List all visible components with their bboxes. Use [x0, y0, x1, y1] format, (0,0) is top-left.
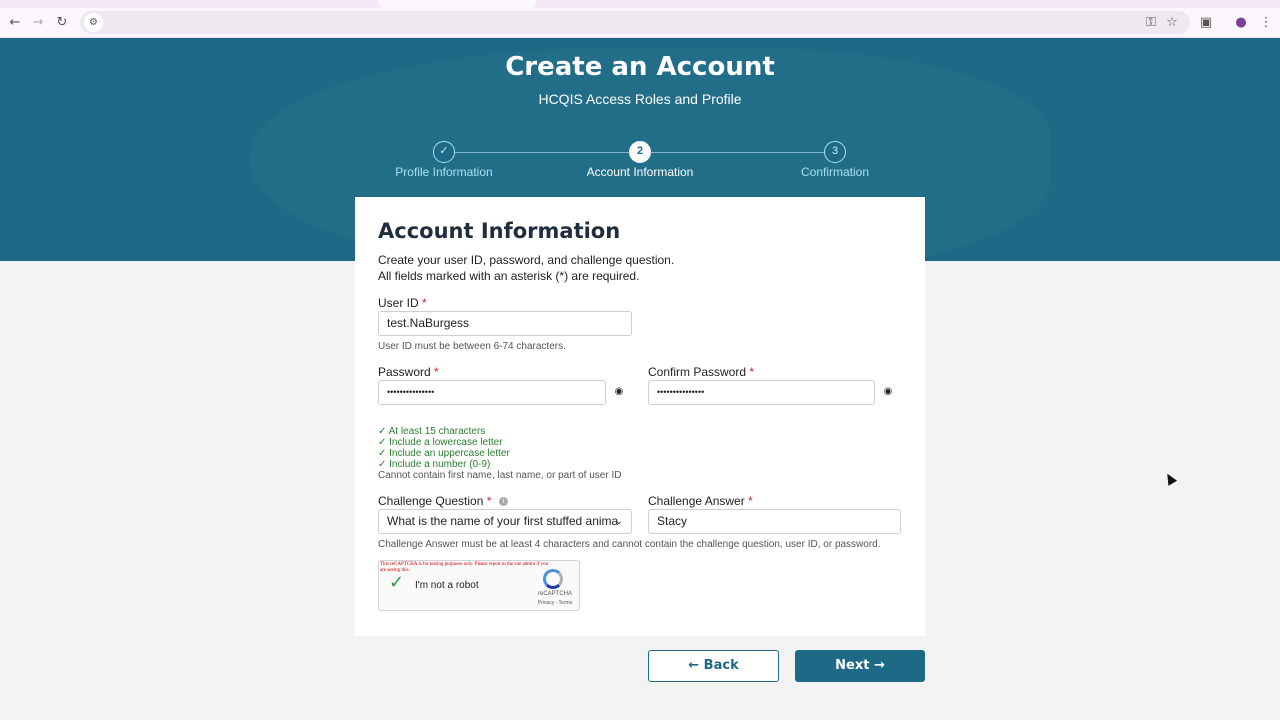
profile-icon[interactable]: ● [1231, 13, 1251, 33]
back-button[interactable]: ← Back [648, 650, 779, 682]
page-subtitle: HCQIS Access Roles and Profile [538, 91, 742, 107]
forward-arrow-icon[interactable]: → [28, 13, 48, 33]
step-3-label: Confirmation [800, 165, 870, 179]
step-2-indicator: 2 [629, 141, 651, 163]
intro-text-2: All fields marked with an asterisk (*) a… [378, 269, 640, 283]
required-asterisk: * [749, 365, 755, 379]
next-button[interactable]: Next → [795, 650, 925, 682]
challenge-question-label-text: Challenge Question [378, 494, 484, 508]
back-arrow-icon[interactable]: ← [5, 13, 25, 33]
show-password-eye-icon[interactable]: ◉ [612, 385, 626, 399]
recaptcha-label: I'm not a robot [415, 580, 479, 591]
password-rule-lowercase: ✓ Include a lowercase letter [378, 437, 503, 448]
challenge-question-select[interactable]: What is the name of your first stuffed a… [378, 509, 632, 534]
required-asterisk: * [422, 296, 427, 310]
step-1-label: Profile Information [395, 165, 493, 179]
challenge-answer-label-text: Challenge Answer [648, 494, 745, 508]
challenge-answer-input[interactable]: Stacy [648, 509, 901, 534]
section-heading: Account Information [378, 219, 621, 243]
step-3-indicator: 3 [824, 141, 846, 163]
mouse-cursor-icon [1162, 471, 1178, 486]
confirm-password-input[interactable]: ••••••••••••••• [648, 380, 875, 405]
password-note: Cannot contain first name, last name, or… [378, 470, 622, 481]
password-label-text: Password [378, 365, 431, 379]
recaptcha-widget[interactable]: This reCAPTCHA is for testing purposes o… [378, 560, 580, 611]
challenge-question-label: Challenge Question * i [378, 494, 508, 508]
challenge-answer-label: Challenge Answer * [648, 494, 753, 508]
show-confirm-password-eye-icon[interactable]: ◉ [881, 385, 895, 399]
tab-strip [0, 0, 1280, 8]
recaptcha-brand: reCAPTCHA [537, 591, 572, 597]
required-asterisk: * [748, 494, 753, 508]
step-2-label: Account Information [586, 165, 694, 179]
confirm-password-label-text: Confirm Password [648, 365, 747, 379]
challenge-question-value: What is the name of your first stuffed a… [387, 514, 619, 528]
recaptcha-logo-icon [543, 569, 563, 589]
recaptcha-privacy-terms[interactable]: Privacy - Terms [529, 600, 581, 606]
site-settings-icon[interactable]: ⚙ [84, 13, 103, 32]
challenge-help: Challenge Answer must be at least 4 char… [378, 539, 881, 550]
address-bar[interactable]: ⚙ [80, 11, 1190, 34]
step-1-complete-icon: ✓ [433, 141, 455, 163]
page-title: Create an Account [505, 52, 775, 82]
reload-icon[interactable]: ↻ [52, 13, 72, 33]
step-connector [455, 152, 629, 153]
browser-toolbar: ← → ↻ ⚙ ⚿ ☆ ▣ ● ⋮ [0, 8, 1280, 38]
menu-kebab-icon[interactable]: ⋮ [1256, 13, 1276, 33]
extensions-icon[interactable]: ▣ [1196, 13, 1216, 33]
password-key-icon[interactable]: ⚿ [1141, 13, 1161, 33]
password-rule-number: ✓ Include a number (0-9) [378, 459, 491, 470]
account-information-card: Account Information Create your user ID,… [355, 197, 925, 636]
confirm-password-label: Confirm Password * [648, 365, 754, 379]
bookmark-star-icon[interactable]: ☆ [1162, 13, 1182, 33]
chevron-down-icon: ⌄ [614, 516, 623, 527]
active-tab[interactable] [378, 0, 536, 8]
required-asterisk: * [434, 365, 439, 379]
step-connector [651, 152, 824, 153]
password-rule-uppercase: ✓ Include an uppercase letter [378, 448, 510, 459]
checkmark-icon[interactable]: ✓ [389, 572, 404, 593]
info-icon[interactable]: i [498, 497, 508, 507]
password-label: Password * [378, 365, 439, 379]
password-input[interactable]: ••••••••••••••• [378, 380, 606, 405]
user-id-label-text: User ID [378, 296, 419, 310]
user-id-help: User ID must be between 6-74 characters. [378, 341, 566, 352]
recaptcha-warning: This reCAPTCHA is for testing purposes o… [380, 562, 549, 573]
intro-text-1: Create your user ID, password, and chall… [378, 253, 675, 267]
user-id-label: User ID * [378, 296, 427, 310]
required-asterisk: * [486, 494, 492, 508]
password-rule-length: ✓ At least 15 characters [378, 426, 486, 437]
user-id-input[interactable]: test.NaBurgess [378, 311, 632, 336]
